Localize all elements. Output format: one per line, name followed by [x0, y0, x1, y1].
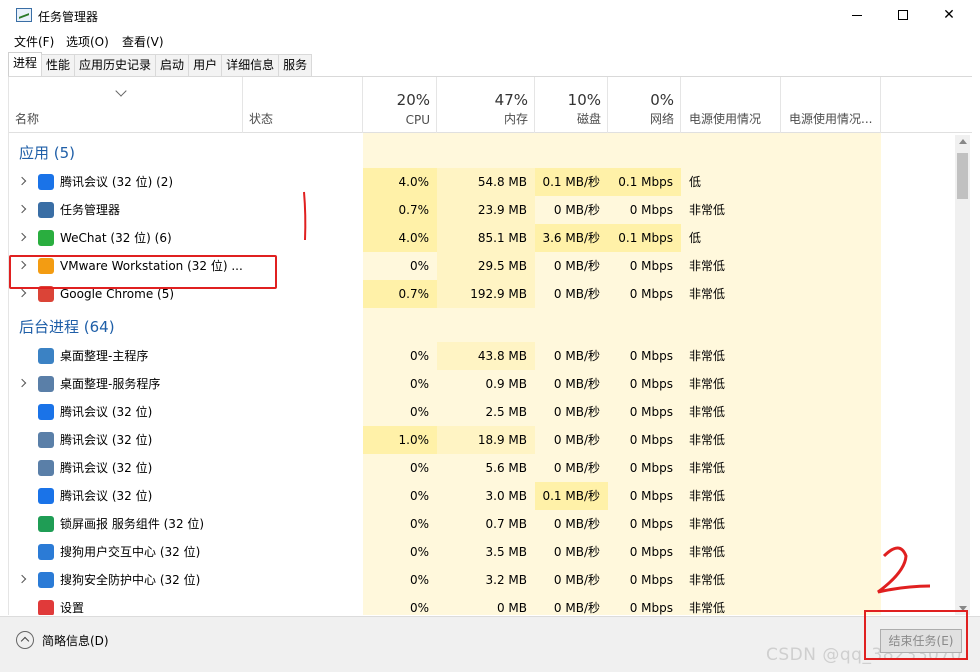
annotation-marks: [303, 191, 931, 594]
annotation-number-2: [877, 546, 931, 594]
annotation-number-1: [303, 191, 307, 241]
